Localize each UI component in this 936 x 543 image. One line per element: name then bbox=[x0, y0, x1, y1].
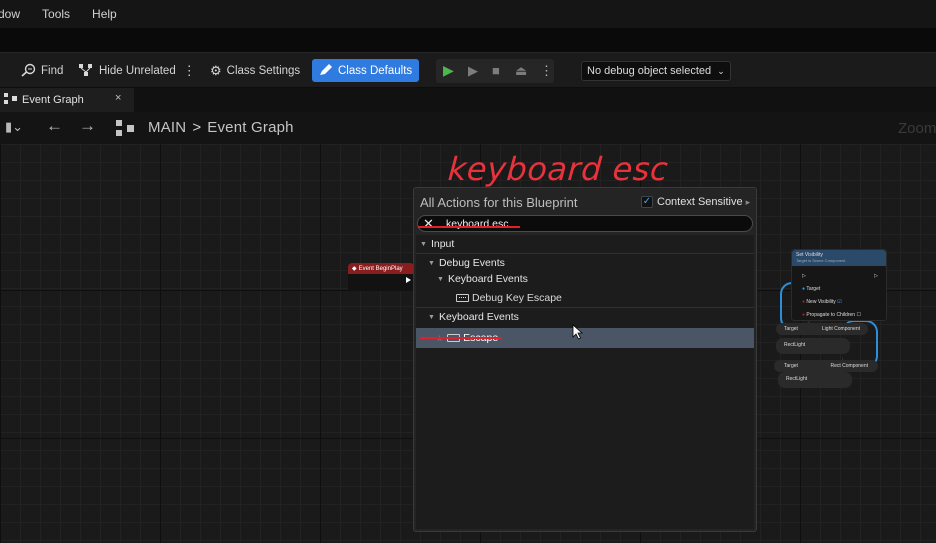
tree-label: Debug Events bbox=[438, 257, 505, 269]
debug-object-select[interactable]: No debug object selected ⌄ bbox=[581, 61, 731, 81]
eject-icon[interactable]: ⏏ bbox=[515, 63, 527, 79]
tab-label: Event Graph bbox=[22, 94, 84, 106]
class-defaults-button[interactable]: Class Defaults bbox=[312, 59, 420, 82]
get-node-1-component: Light Component bbox=[821, 326, 860, 332]
class-defaults-icon bbox=[319, 63, 333, 79]
pin-propagate[interactable]: ● Propagate to Children ☐ bbox=[798, 310, 865, 320]
close-tab-icon[interactable]: × bbox=[115, 92, 121, 104]
annotation-underline-escape bbox=[420, 337, 502, 339]
get-node-2-target: Target bbox=[784, 363, 798, 369]
play-controls: ▶ ▶ ■ ⏏ ⋮ bbox=[436, 59, 554, 83]
tree-label: Debug Key Escape bbox=[472, 292, 562, 304]
event-beginplay-label: Event BeginPlay bbox=[358, 266, 403, 272]
toolbar: Find Hide Unrelated ⋮ ⚙ Class Settings C… bbox=[0, 52, 936, 88]
bookmark-icon[interactable]: ▮⌄ bbox=[5, 119, 23, 135]
forward-arrow-icon[interactable]: → bbox=[79, 116, 96, 136]
set-visibility-subtitle: Target is Scene Component bbox=[796, 258, 846, 263]
exec-in-pin[interactable]: ▷ bbox=[798, 271, 810, 281]
more-options-icon[interactable]: ⋮ bbox=[183, 63, 196, 79]
gear-icon: ⚙ bbox=[210, 63, 222, 78]
set-visibility-node[interactable]: Set Visibility Target is Scene Component… bbox=[791, 249, 887, 321]
keyboard-icon bbox=[456, 294, 469, 302]
pin-new-visibility-label: New Visibility bbox=[806, 299, 836, 305]
play-icon[interactable]: ▶ bbox=[443, 62, 454, 79]
menu-help[interactable]: Help bbox=[92, 7, 117, 21]
get-light-component-node[interactable]: Target Light Component bbox=[776, 323, 868, 335]
chevron-down-icon: ⌄ bbox=[717, 66, 725, 76]
event-beginplay-header: ◆ Event BeginPlay bbox=[348, 263, 414, 274]
mouse-cursor-icon bbox=[572, 324, 584, 345]
graph-icon bbox=[116, 120, 134, 141]
search-value: keyboard esc bbox=[446, 218, 509, 230]
var-node-1-label: RectLight bbox=[784, 342, 806, 348]
find-label: Find bbox=[41, 65, 64, 77]
event-icon: ◆ bbox=[352, 266, 357, 272]
breadcrumb-bar: ▮⌄ ← → MAIN > Event Graph Zoom bbox=[0, 112, 936, 144]
pin-new-visibility[interactable]: ● New Visibility ☑ bbox=[798, 297, 846, 307]
close-icon[interactable]: ✕ bbox=[423, 216, 434, 232]
event-beginplay-node[interactable]: ◆ Event BeginPlay bbox=[348, 263, 414, 291]
var-node-2-label: RectLight bbox=[786, 376, 808, 382]
expand-arrow-icon: ▼ bbox=[428, 313, 435, 321]
expand-arrow-icon: ▼ bbox=[420, 240, 427, 248]
pin-propagate-label: Propagate to Children bbox=[806, 312, 856, 318]
get-rect-component-node[interactable]: Target Rect Component bbox=[774, 360, 878, 372]
hide-unrelated-label: Hide Unrelated bbox=[99, 65, 176, 77]
tree-category-keyboard-events-2[interactable]: ▼ Keyboard Events bbox=[416, 308, 754, 326]
tree-category-input[interactable]: ▼ Input bbox=[416, 235, 754, 253]
all-actions-menu: All Actions for this Blueprint ✓ Context… bbox=[413, 187, 757, 532]
find-button[interactable]: Find bbox=[21, 59, 63, 83]
debug-object-label: No debug object selected bbox=[587, 65, 712, 77]
breadcrumb-main[interactable]: MAIN bbox=[148, 119, 186, 136]
rectlight-variable-node-2[interactable]: RectLight bbox=[778, 372, 852, 388]
set-visibility-title: Set Visibility bbox=[796, 252, 823, 258]
context-sensitive-checkbox[interactable]: ✓ bbox=[641, 196, 653, 208]
search-input[interactable]: ✕ keyboard esc bbox=[417, 215, 753, 232]
tree-label: Keyboard Events bbox=[438, 311, 519, 323]
breadcrumb: MAIN > Event Graph bbox=[148, 119, 294, 136]
pin-target[interactable]: ● Target bbox=[798, 284, 824, 294]
play-options-icon[interactable]: ⋮ bbox=[540, 63, 553, 79]
tree-action-debug-key-escape[interactable]: Debug Key Escape bbox=[416, 289, 754, 307]
context-sensitive-toggle[interactable]: ✓ Context Sensitive ▸ bbox=[641, 196, 750, 208]
annotation-text: keyboard esc bbox=[446, 150, 670, 188]
get-node-2-component: Rect Component bbox=[830, 363, 868, 369]
class-defaults-label: Class Defaults bbox=[338, 64, 413, 77]
find-icon bbox=[21, 63, 36, 80]
action-tree: ▼ Input ▼ Debug Events ▼ Keyboard Events De… bbox=[416, 235, 754, 529]
zoom-label: Zoom bbox=[898, 120, 936, 137]
breadcrumb-separator: > bbox=[192, 119, 202, 136]
rectlight-variable-node-1[interactable]: RectLight bbox=[776, 338, 850, 354]
hide-unrelated-button[interactable]: Hide Unrelated ⋮ bbox=[78, 59, 196, 83]
exec-pin[interactable] bbox=[406, 277, 411, 283]
pin-target-label: Target bbox=[806, 286, 821, 292]
annotation-underline-search bbox=[418, 226, 520, 228]
class-settings-label: Class Settings bbox=[226, 65, 301, 77]
context-sensitive-label: Context Sensitive bbox=[657, 196, 743, 208]
chevron-right-icon: ▸ bbox=[745, 196, 751, 207]
menu-title: All Actions for this Blueprint bbox=[420, 195, 578, 210]
expand-arrow-icon: ▼ bbox=[428, 259, 435, 267]
menu-bar: dow Tools Help bbox=[0, 0, 936, 28]
step-icon[interactable]: ▶ bbox=[468, 63, 478, 79]
expand-arrow-icon: ▼ bbox=[437, 275, 444, 283]
set-visibility-header: Set Visibility Target is Scene Component bbox=[792, 250, 886, 266]
tree-category-keyboard-events[interactable]: ▼ Keyboard Events bbox=[416, 270, 754, 288]
class-settings-button[interactable]: ⚙ Class Settings bbox=[210, 59, 300, 83]
menu-window[interactable]: dow bbox=[0, 7, 20, 21]
back-arrow-icon[interactable]: ← bbox=[46, 116, 63, 136]
event-graph-icon bbox=[4, 93, 17, 107]
tree-label: Keyboard Events bbox=[447, 273, 528, 285]
tab-event-graph[interactable]: Event Graph × bbox=[0, 88, 134, 112]
get-node-1-target: Target bbox=[784, 326, 798, 332]
stop-icon[interactable]: ■ bbox=[492, 63, 500, 78]
breadcrumb-event-graph[interactable]: Event Graph bbox=[207, 119, 293, 136]
hide-unrelated-icon bbox=[78, 63, 94, 80]
menu-tools[interactable]: Tools bbox=[42, 7, 70, 21]
tree-label: Input bbox=[430, 238, 455, 250]
exec-out-pin[interactable]: ▷ bbox=[870, 271, 882, 281]
tab-row: Event Graph × bbox=[0, 88, 936, 112]
